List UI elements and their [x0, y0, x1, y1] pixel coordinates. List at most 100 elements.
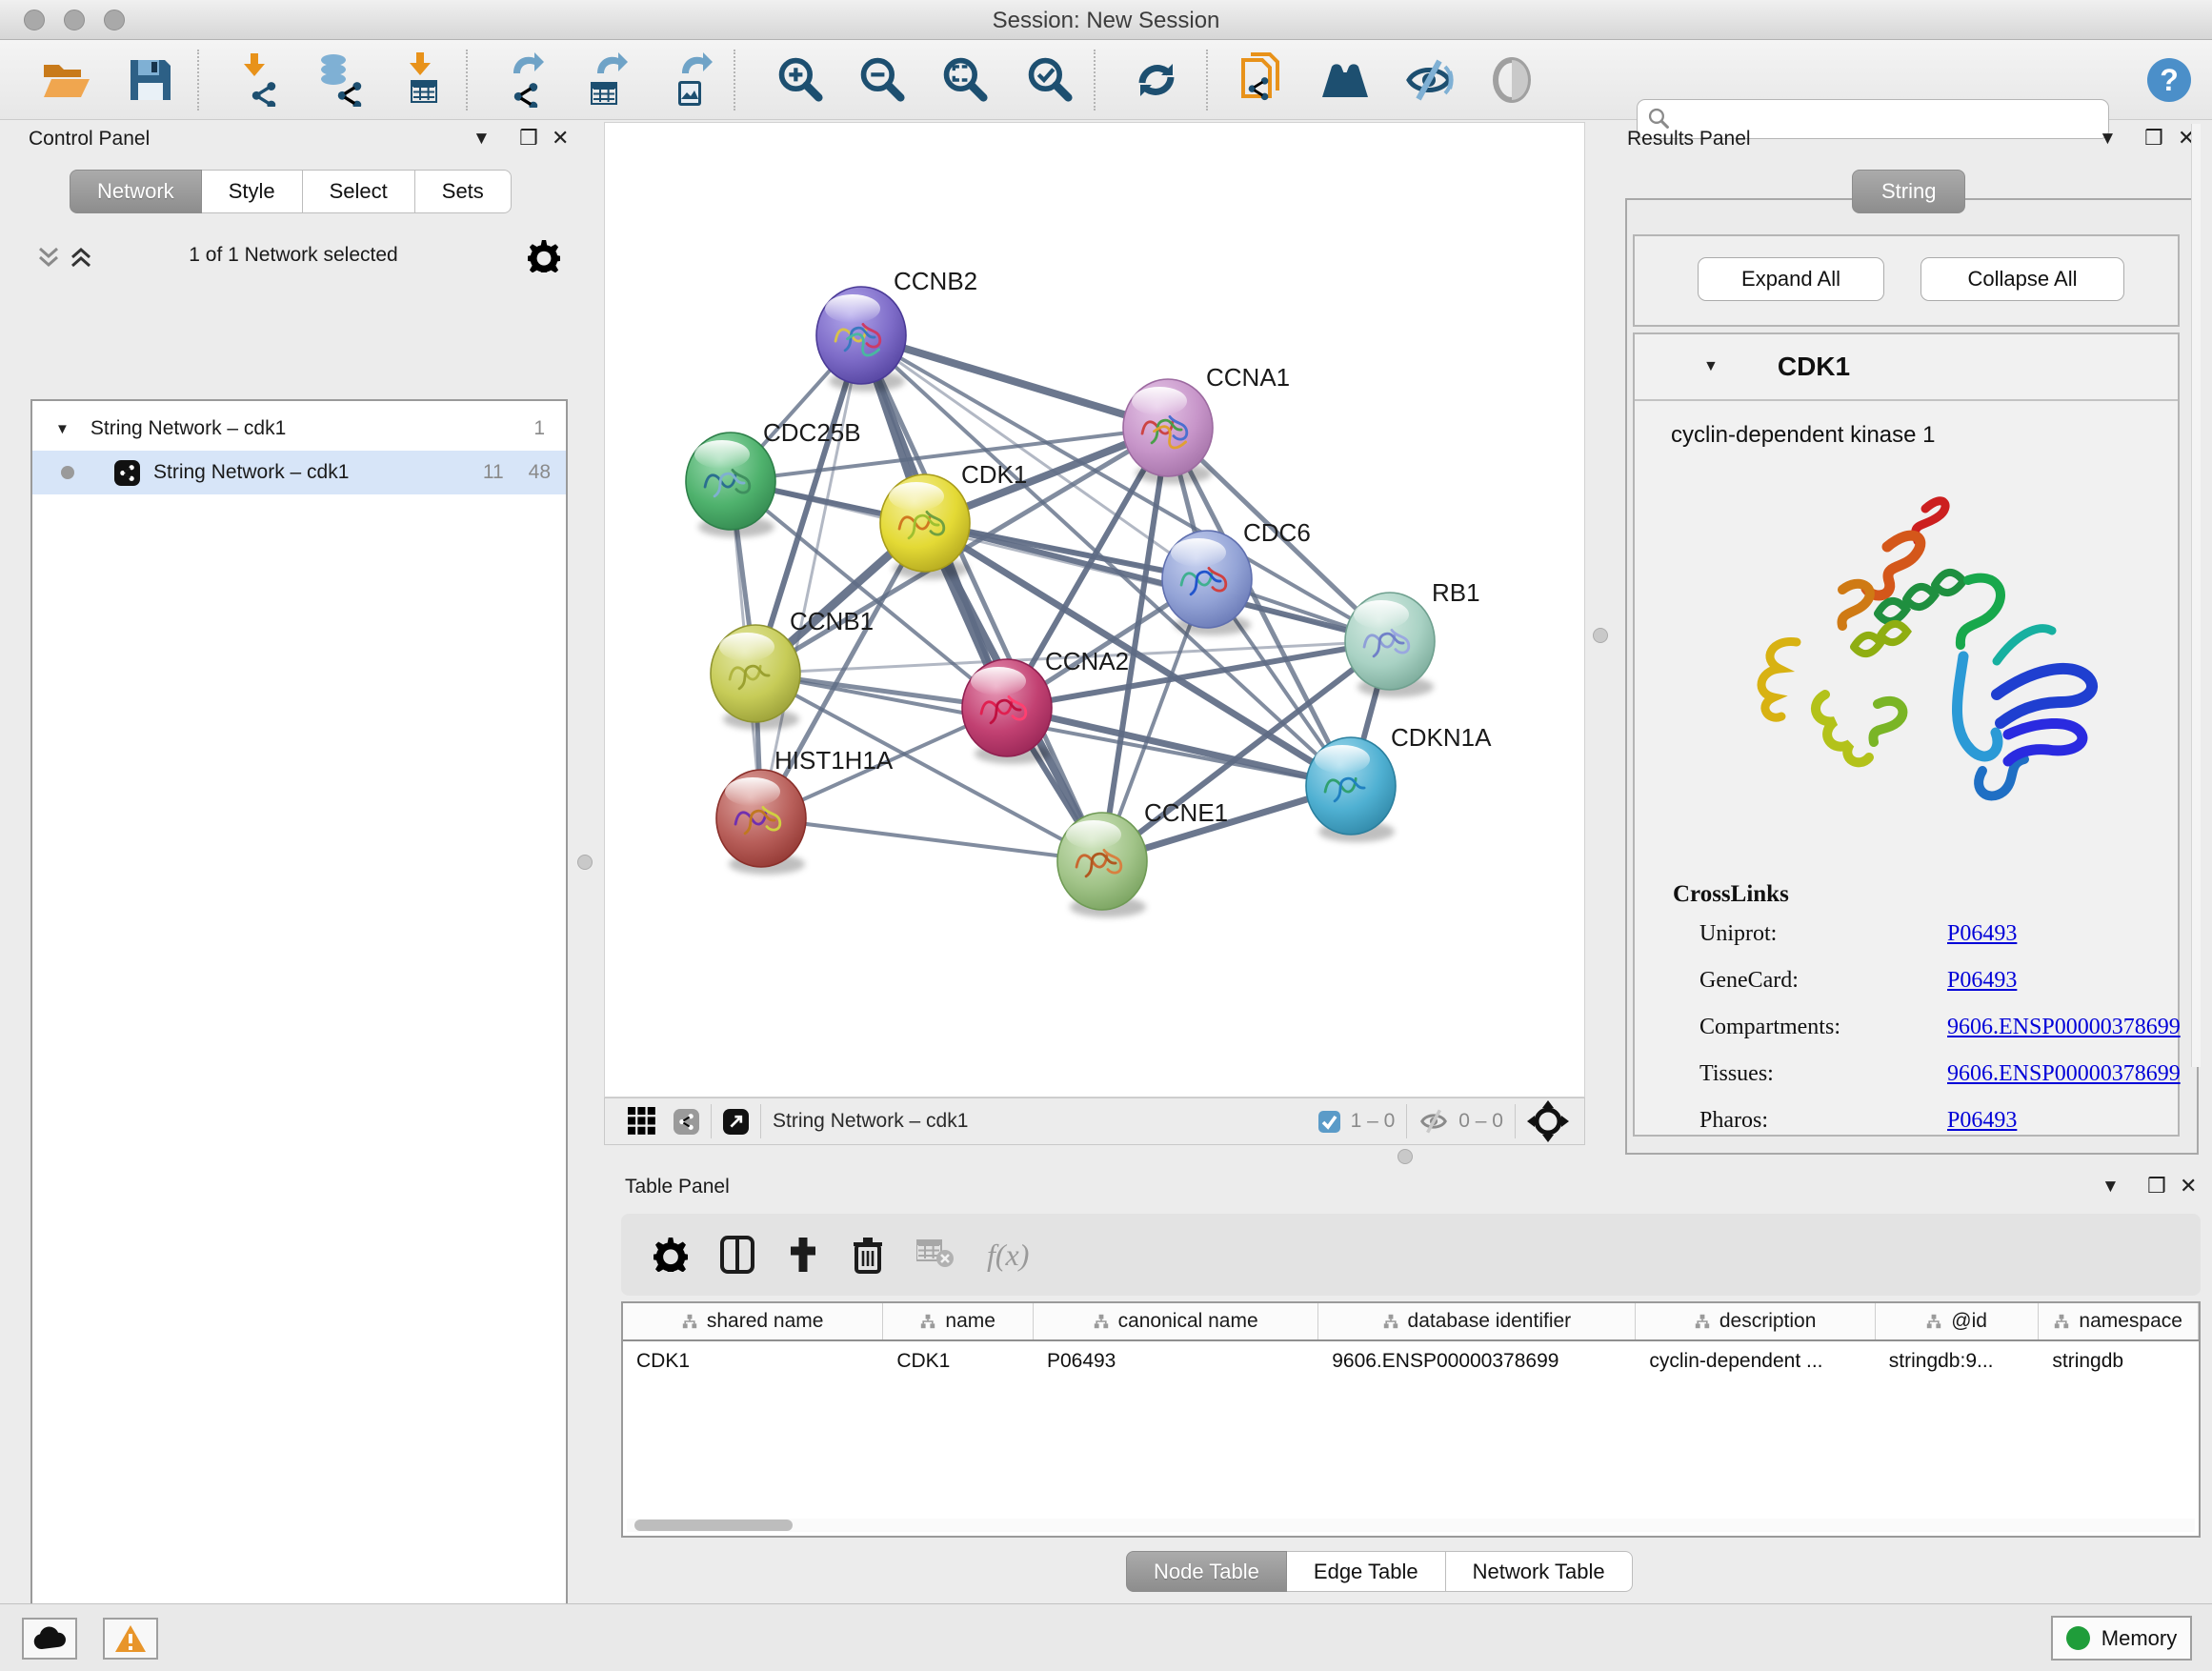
open-in-new-window-icon[interactable]: [723, 1109, 749, 1135]
node-CCNA2[interactable]: [962, 659, 1052, 764]
import-table-icon[interactable]: [396, 52, 452, 108]
column-header-name[interactable]: name: [883, 1303, 1034, 1339]
tab-select[interactable]: Select: [303, 170, 415, 213]
edge-HIST1H1A-CCNE1[interactable]: [761, 818, 1102, 861]
table-settings-gear-icon[interactable]: [654, 1238, 688, 1272]
network-canvas[interactable]: CCNB2CCNA1CDC25BCDK1CDC6RB1CCNB1CCNA2CDK…: [604, 122, 1585, 1097]
edge-CCNB2-CCNA1[interactable]: [861, 335, 1168, 428]
import-database-icon[interactable]: [312, 52, 367, 108]
node-RB1[interactable]: [1345, 593, 1435, 697]
node-CDK1[interactable]: [880, 474, 970, 579]
export-network-icon[interactable]: [498, 52, 553, 108]
tab-node-table[interactable]: Node Table: [1126, 1551, 1287, 1592]
crosslink-tissues[interactable]: 9606.ENSP00000378699: [1947, 1061, 2181, 1087]
clone-network-icon[interactable]: [1233, 52, 1288, 108]
tab-string[interactable]: String: [1852, 170, 1965, 213]
table-panel-collapse-icon[interactable]: ▼: [2101, 1178, 2120, 1196]
node-CDC6[interactable]: [1162, 531, 1252, 635]
add-column-icon[interactable]: [787, 1236, 819, 1274]
tab-sets[interactable]: Sets: [415, 170, 512, 213]
network-collection-row[interactable]: ▼ String Network – cdk1 1: [32, 407, 566, 451]
binoculars-icon[interactable]: [1317, 52, 1373, 108]
memory-button[interactable]: Memory: [2051, 1616, 2192, 1661]
cell-1[interactable]: CDK1: [883, 1350, 1034, 1373]
edge-CCNB2-CCNE1[interactable]: [861, 335, 1102, 861]
zoom-selected-icon[interactable]: [1023, 52, 1078, 108]
column-header-database-identifier[interactable]: database identifier: [1318, 1303, 1636, 1339]
delete-table-icon[interactable]: [916, 1239, 955, 1270]
fit-content-crosshair-icon[interactable]: [1527, 1100, 1569, 1142]
crosslink-compartments[interactable]: 9606.ENSP00000378699: [1947, 1015, 2181, 1040]
zoom-fit-icon[interactable]: [938, 52, 994, 108]
show-columns-icon[interactable]: [720, 1236, 754, 1274]
right-splitter-handle[interactable]: [1593, 628, 1608, 643]
import-network-icon[interactable]: [231, 52, 287, 108]
zoom-out-icon[interactable]: [855, 52, 911, 108]
network-options-gear-icon[interactable]: [528, 240, 560, 277]
node-CDC25B[interactable]: [686, 433, 775, 537]
node-CDKN1A[interactable]: [1306, 737, 1396, 842]
cell-4[interactable]: cyclin-dependent ...: [1636, 1350, 1875, 1373]
crosslink-genecard[interactable]: P06493: [1947, 968, 2181, 994]
column-header-shared-name[interactable]: shared name: [623, 1303, 883, 1339]
cell-6[interactable]: stringdb: [2039, 1350, 2199, 1373]
results-panel-float-icon[interactable]: ❒: [2144, 128, 2163, 149]
network-graph[interactable]: CCNB2CCNA1CDC25BCDK1CDC6RB1CCNB1CCNA2CDK…: [605, 123, 1586, 1097]
tab-network[interactable]: Network: [70, 170, 202, 213]
gene-card-header[interactable]: ▼ CDK1: [1635, 334, 2178, 401]
selected-checkbox[interactable]: [1317, 1110, 1341, 1134]
table-horizontal-scrollbar[interactable]: [627, 1519, 2195, 1532]
cell-5[interactable]: stringdb:9...: [1876, 1350, 2040, 1373]
table-row[interactable]: CDK1CDK1P064939606.ENSP00000378699cyclin…: [623, 1341, 2199, 1381]
node-table[interactable]: shared namenamecanonical namedatabase id…: [621, 1301, 2201, 1538]
gene-collapse-icon[interactable]: ▼: [1703, 358, 1719, 375]
column-header-description[interactable]: description: [1636, 1303, 1875, 1339]
crosslink-pharos[interactable]: P06493: [1947, 1108, 2181, 1134]
hidden-eye-icon[interactable]: [1418, 1108, 1449, 1135]
column-header--id[interactable]: @id: [1876, 1303, 2040, 1339]
export-table-icon[interactable]: [580, 52, 635, 108]
control-panel-close-icon[interactable]: ✕: [552, 128, 569, 149]
function-builder-icon[interactable]: f(x): [987, 1238, 1029, 1273]
tab-network-table[interactable]: Network Table: [1446, 1551, 1633, 1592]
table-panel-float-icon[interactable]: ❒: [2147, 1176, 2166, 1197]
hide-eye-icon[interactable]: [1401, 52, 1457, 108]
node-CCNB1[interactable]: [711, 625, 800, 730]
open-session-icon[interactable]: [39, 52, 94, 108]
bottom-splitter-handle[interactable]: [1398, 1149, 1413, 1164]
network-row-selected[interactable]: String Network – cdk1 11 48: [32, 451, 566, 494]
zoom-in-icon[interactable]: [774, 52, 829, 108]
results-scrollbar[interactable]: [2191, 124, 2201, 1067]
control-panel-float-icon[interactable]: ❒: [519, 128, 538, 149]
node-CCNE1[interactable]: [1057, 813, 1147, 917]
column-header-namespace[interactable]: namespace: [2039, 1303, 2199, 1339]
table-panel-close-icon[interactable]: ✕: [2180, 1176, 2197, 1197]
refresh-icon[interactable]: [1129, 52, 1184, 108]
warning-button[interactable]: [103, 1618, 158, 1660]
delete-column-trash-icon[interactable]: [852, 1236, 884, 1274]
expand-all-networks-icon[interactable]: [69, 245, 93, 274]
save-session-icon[interactable]: [123, 52, 178, 108]
cell-2[interactable]: P06493: [1034, 1350, 1318, 1373]
node-CCNA1[interactable]: [1123, 379, 1213, 484]
scrollbar-thumb[interactable]: [634, 1520, 793, 1531]
collapse-all-button[interactable]: Collapse All: [1920, 257, 2124, 301]
column-header-canonical-name[interactable]: canonical name: [1034, 1303, 1318, 1339]
eye-disabled-icon[interactable]: [1484, 52, 1539, 108]
cloud-button[interactable]: [22, 1618, 77, 1660]
node-CCNB2[interactable]: [816, 287, 906, 392]
control-panel-collapse-icon[interactable]: ▼: [473, 130, 491, 148]
tab-style[interactable]: Style: [202, 170, 303, 213]
help-icon[interactable]: ?: [2142, 52, 2197, 108]
cell-3[interactable]: 9606.ENSP00000378699: [1318, 1350, 1636, 1373]
collapse-all-networks-icon[interactable]: [36, 245, 61, 274]
crosslink-uniprot[interactable]: P06493: [1947, 921, 2181, 947]
cell-0[interactable]: CDK1: [623, 1350, 883, 1373]
tree-expand-icon[interactable]: ▼: [55, 421, 70, 437]
results-panel-collapse-icon[interactable]: ▼: [2099, 130, 2117, 148]
tab-edge-table[interactable]: Edge Table: [1287, 1551, 1446, 1592]
export-image-icon[interactable]: [665, 52, 720, 108]
string-style-icon[interactable]: [674, 1109, 699, 1135]
expand-all-button[interactable]: Expand All: [1698, 257, 1884, 301]
left-splitter-handle[interactable]: [577, 855, 593, 870]
